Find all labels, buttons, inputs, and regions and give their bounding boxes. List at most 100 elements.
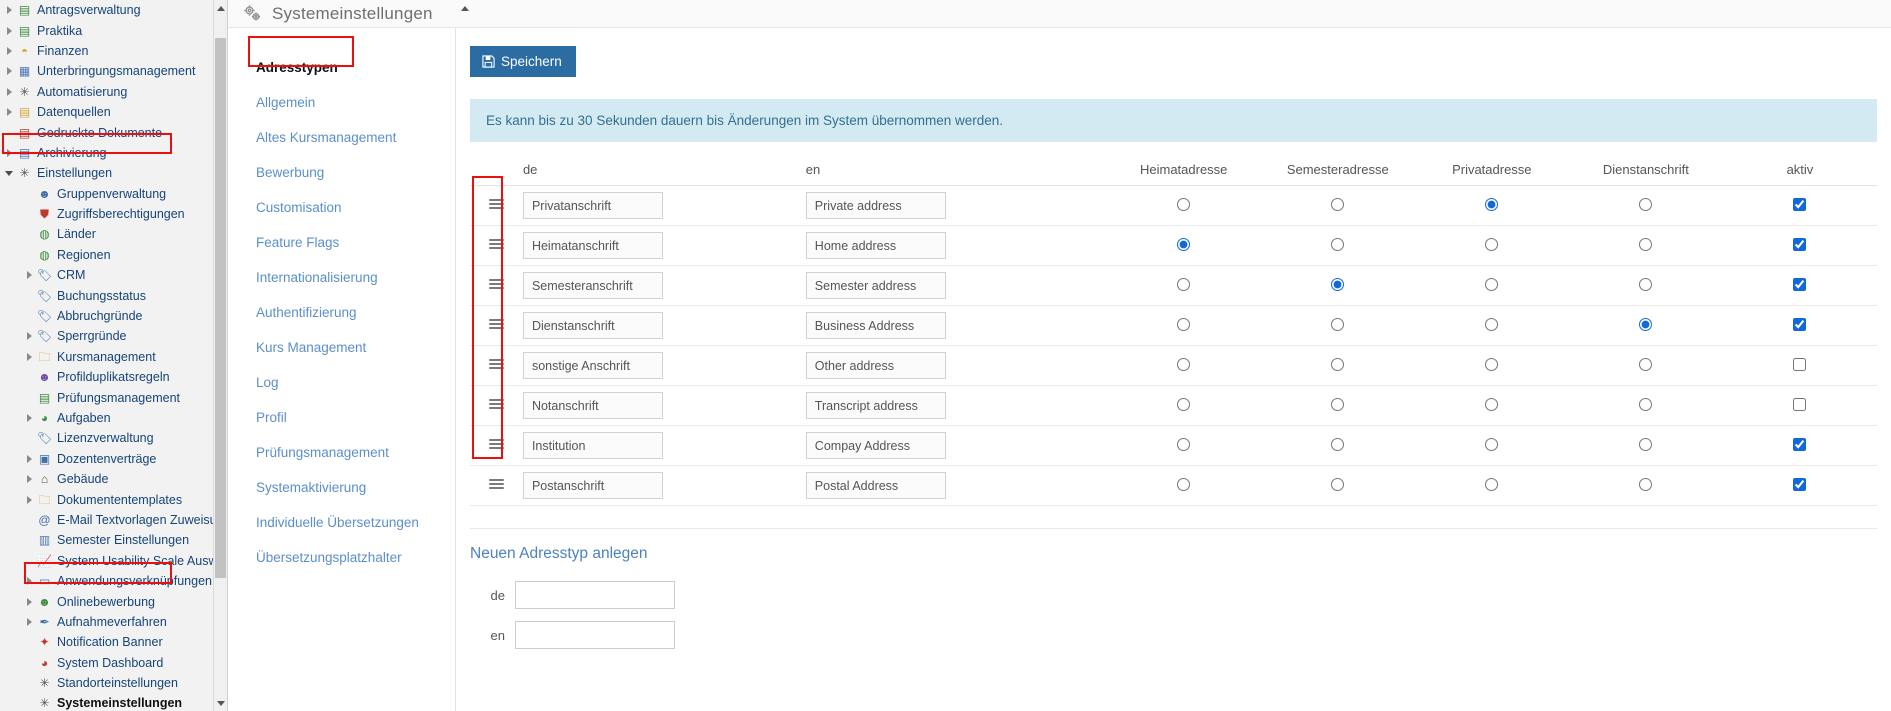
tree-item-zugriffsberechtigungen[interactable]: ⛊ Zugriffsberechtigungen (0, 204, 227, 224)
subnav-item-altes-kursmanagement[interactable]: Altes Kursmanagement (228, 120, 455, 155)
checkbox-aktiv[interactable] (1793, 437, 1807, 451)
sidebar-scroll-top-arrow-icon[interactable] (459, 2, 471, 14)
radio-semesteradresse[interactable] (1331, 397, 1345, 411)
tree-item-kursmanagement[interactable]: 🗀 Kursmanagement (0, 347, 227, 367)
drag-handle-cell[interactable] (470, 345, 523, 386)
subnav-item-customisation[interactable]: Customisation (228, 190, 455, 225)
radio-dienstanschrift[interactable] (1639, 477, 1653, 491)
radio-dienstanschrift[interactable] (1639, 397, 1653, 411)
subnav-item-adresstypen[interactable]: Adresstypen (228, 50, 455, 85)
chevron-right-icon[interactable] (22, 350, 36, 364)
de-input[interactable] (522, 472, 663, 499)
subnav-item-bersetzungsplatzhalter[interactable]: Übersetzungsplatzhalter (228, 540, 455, 575)
tree-item-abbruchgr-nde[interactable]: 🏷 Abbruchgründe (0, 306, 227, 326)
tree-item-aufgaben[interactable]: ◕ Aufgaben (0, 408, 227, 428)
de-input[interactable] (522, 352, 663, 379)
chevron-right-icon[interactable] (22, 472, 36, 486)
drag-handle-icon[interactable] (488, 477, 504, 491)
tree-item-pr-fungsmanagement[interactable]: ▤ Prüfungsmanagement (0, 387, 227, 407)
scroll-down-arrow-icon[interactable] (216, 697, 226, 709)
radio-semesteradresse[interactable] (1331, 357, 1345, 371)
chevron-right-icon[interactable] (22, 615, 36, 629)
drag-handle-icon[interactable] (488, 437, 504, 451)
tree-item-standorteinstellungen[interactable]: ✳ Standorteinstellungen (0, 673, 227, 693)
new-type-en-input[interactable] (515, 621, 675, 649)
drag-handle-cell[interactable] (470, 385, 523, 426)
subnav-item-internationalisierung[interactable]: Internationalisierung (228, 260, 455, 295)
en-input[interactable] (805, 392, 946, 419)
chevron-right-icon[interactable] (22, 452, 36, 466)
tree-item-finanzen[interactable]: ◓ Finanzen (0, 41, 227, 61)
tree-item-archivierung[interactable]: ▤ Archivierung (0, 143, 227, 163)
subnav-item-systemaktivierung[interactable]: Systemaktivierung (228, 470, 455, 505)
chevron-right-icon[interactable] (2, 3, 16, 17)
en-input[interactable] (805, 232, 946, 259)
radio-semesteradresse[interactable] (1331, 437, 1345, 451)
radio-semesteradresse[interactable] (1331, 197, 1345, 211)
drag-handle-icon[interactable] (488, 277, 504, 291)
radio-privatadresse[interactable] (1485, 317, 1499, 331)
drag-handle-cell[interactable] (470, 225, 523, 266)
tree-item-gedruckte-dokumente[interactable]: ▤ Gedruckte Dokumente (0, 122, 227, 142)
en-input[interactable] (805, 272, 946, 299)
chevron-right-icon[interactable] (22, 268, 36, 282)
tree-item-profilduplikatsregeln[interactable]: ☻ Profilduplikatsregeln (0, 367, 227, 387)
tree-item-aufnahmeverfahren[interactable]: ✒ Aufnahmeverfahren (0, 612, 227, 632)
chevron-right-icon[interactable] (2, 64, 16, 78)
de-input[interactable] (522, 392, 663, 419)
subnav-item-profil[interactable]: Profil (228, 400, 455, 435)
tree-item-anwendungsverkn-pfungen[interactable]: ▭ Anwendungsverknüpfungen (0, 571, 227, 591)
radio-heimatadresse[interactable] (1177, 317, 1191, 331)
tree-item-praktika[interactable]: ▤ Praktika (0, 20, 227, 40)
drag-handle-cell[interactable] (470, 305, 523, 346)
radio-dienstanschrift[interactable] (1639, 437, 1653, 451)
chevron-right-icon[interactable] (22, 595, 36, 609)
drag-handle-icon[interactable] (488, 357, 504, 371)
radio-privatadresse[interactable] (1485, 197, 1499, 211)
radio-privatadresse[interactable] (1485, 357, 1499, 371)
subnav-item-pr-fungsmanagement[interactable]: Prüfungsmanagement (228, 435, 455, 470)
de-input[interactable] (522, 312, 663, 339)
drag-handle-icon[interactable] (488, 317, 504, 331)
tree-item-e-mail-textvorlagen-zuweisung[interactable]: @ E-Mail Textvorlagen Zuweisung (0, 510, 227, 530)
subnav-item-bewerbung[interactable]: Bewerbung (228, 155, 455, 190)
subnav-item-individuelle-bersetzungen[interactable]: Individuelle Übersetzungen (228, 505, 455, 540)
tree-item-notification-banner[interactable]: ✦ Notification Banner (0, 632, 227, 652)
radio-privatadresse[interactable] (1485, 477, 1499, 491)
new-type-de-input[interactable] (515, 581, 675, 609)
subnav-item-authentifizierung[interactable]: Authentifizierung (228, 295, 455, 330)
tree-item-crm[interactable]: 🏷 CRM (0, 265, 227, 285)
de-input[interactable] (522, 232, 663, 259)
drag-handle-cell[interactable] (470, 265, 523, 306)
tree-item-automatisierung[interactable]: ✳ Automatisierung (0, 82, 227, 102)
radio-dienstanschrift[interactable] (1639, 277, 1653, 291)
subnav-item-kurs-management[interactable]: Kurs Management (228, 330, 455, 365)
radio-privatadresse[interactable] (1485, 237, 1499, 251)
chevron-right-icon[interactable] (2, 146, 16, 160)
tree-item-onlinebewerbung[interactable]: ☻ Onlinebewerbung (0, 591, 227, 611)
checkbox-aktiv[interactable] (1793, 197, 1807, 211)
radio-heimatadresse[interactable] (1177, 277, 1191, 291)
en-input[interactable] (805, 472, 946, 499)
chevron-right-icon[interactable] (22, 411, 36, 425)
radio-semesteradresse[interactable] (1331, 317, 1345, 331)
checkbox-aktiv[interactable] (1793, 277, 1807, 291)
radio-semesteradresse[interactable] (1331, 277, 1345, 291)
chevron-right-icon[interactable] (22, 493, 36, 507)
radio-semesteradresse[interactable] (1331, 477, 1345, 491)
tree-item-lizenzverwaltung[interactable]: 🏷 Lizenzverwaltung (0, 428, 227, 448)
chevron-right-icon[interactable] (22, 329, 36, 343)
tree-item-l-nder[interactable]: ◍ Länder (0, 224, 227, 244)
checkbox-aktiv[interactable] (1793, 317, 1807, 331)
save-button[interactable]: Speichern (470, 46, 576, 77)
checkbox-aktiv[interactable] (1793, 477, 1807, 491)
de-input[interactable] (522, 192, 663, 219)
radio-heimatadresse[interactable] (1177, 437, 1191, 451)
tree-item-dozentenvertr-ge[interactable]: ▣ Dozentenverträge (0, 449, 227, 469)
radio-dienstanschrift[interactable] (1639, 317, 1653, 331)
en-input[interactable] (805, 192, 946, 219)
de-input[interactable] (522, 272, 663, 299)
subnav-item-allgemein[interactable]: Allgemein (228, 85, 455, 120)
radio-semesteradresse[interactable] (1331, 237, 1345, 251)
drag-handle-cell[interactable] (470, 425, 523, 466)
